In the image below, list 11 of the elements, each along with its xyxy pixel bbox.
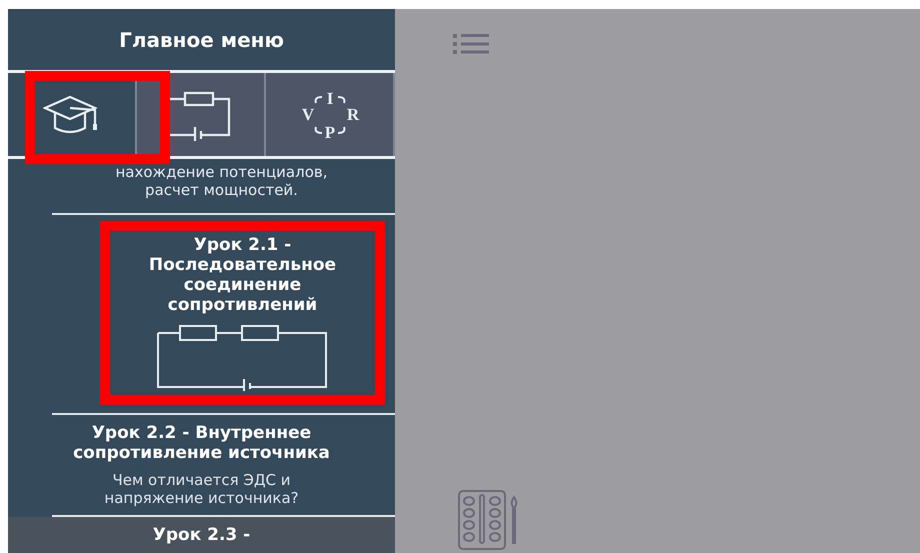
lesson-description: нахождение потенциалов, расчет мощностей. <box>114 163 328 201</box>
lesson-item[interactable]: Урок 2.1 - Последовательное соединение сопротивлений <box>100 221 385 405</box>
lesson-title: Урок 2.1 - Последовательное соединение сопротивлений <box>148 235 336 315</box>
menu-title: Главное меню <box>119 28 284 52</box>
lesson-title: Урок 2.3 - <box>152 525 250 545</box>
lesson-description: Чем отличается ЭДС и напряжение источника? <box>104 471 299 507</box>
category-tab[interactable] <box>137 73 266 156</box>
lesson-title: Урок 2.2 - Внутреннее сопротивление источника <box>73 423 330 463</box>
lesson-item[interactable]: Урок 2.3 - <box>8 517 395 553</box>
category-tab[interactable]: I V R P <box>266 73 395 156</box>
lesson-item[interactable]: Урок 2.2 - Внутреннее сопротивление источника Чем отличается ЭДС и напряжение источника? <box>8 415 395 515</box>
